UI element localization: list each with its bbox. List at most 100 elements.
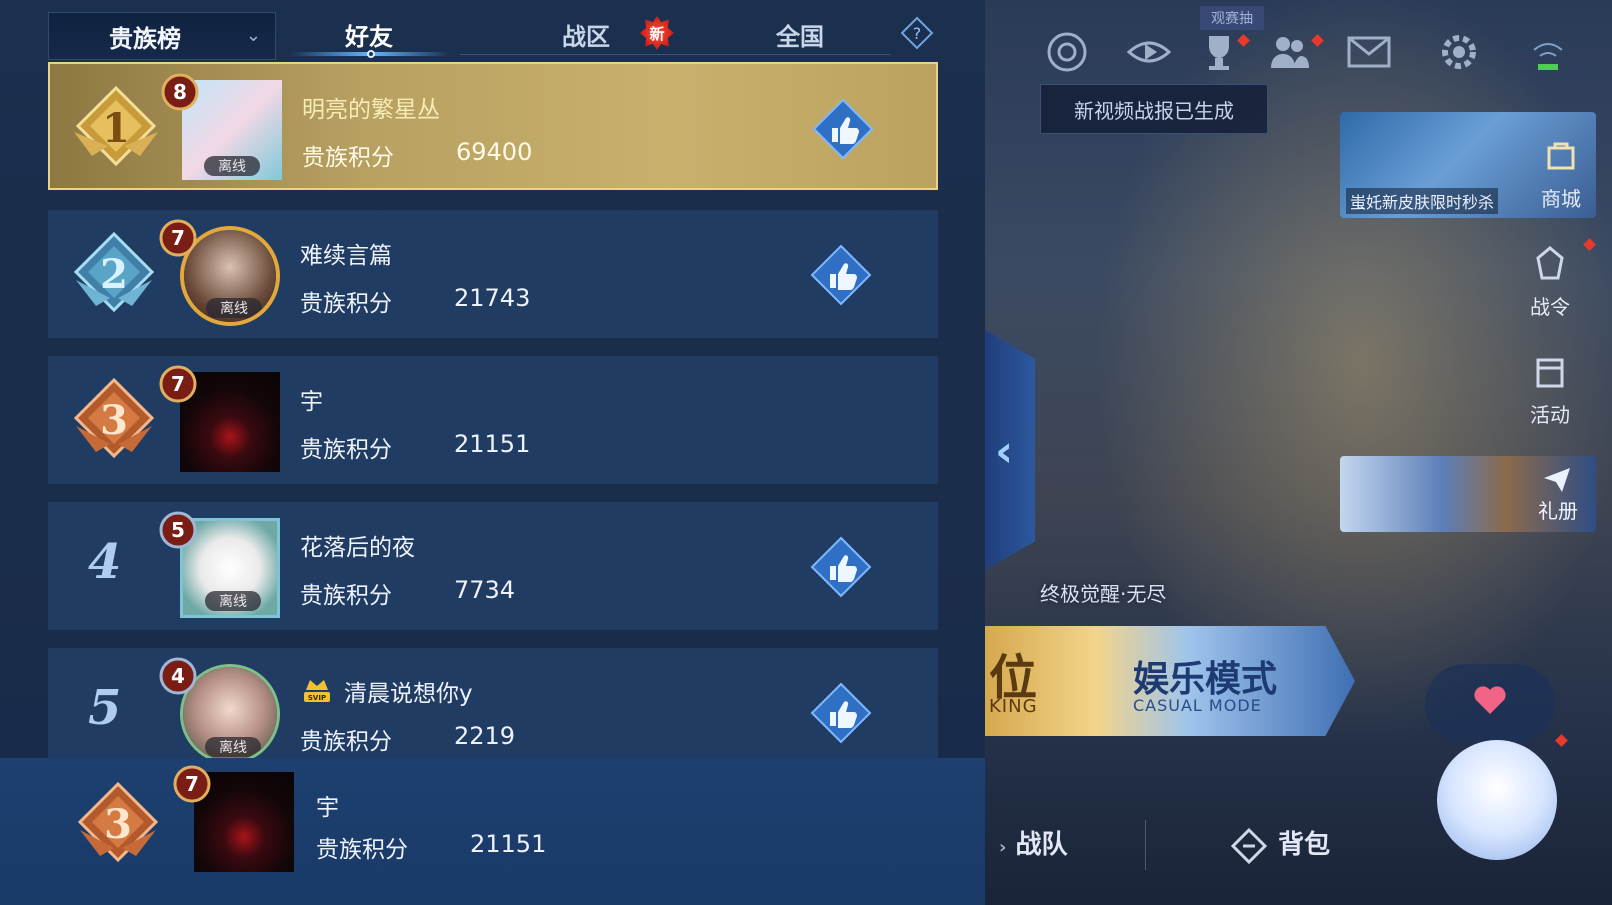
noble-level-number: 8 <box>173 80 187 104</box>
score-label: 贵族积分 <box>316 837 408 863</box>
offline-status: 离线 <box>204 156 260 176</box>
chevron-left-icon: ‹ <box>995 426 1014 477</box>
score-value: 21151 <box>470 830 547 858</box>
leaderboard-row[interactable]: 2 离线 7 难续言篇 贵族积分 21743 <box>48 210 938 338</box>
notification-dot <box>1555 734 1568 747</box>
activity-button[interactable]: 活动 <box>1515 352 1585 428</box>
leaderboard-row[interactable]: 5 离线 4 SVIP 清晨说想你y 贵族积分 2219 <box>48 648 938 764</box>
battle-pass-icon <box>1536 246 1564 280</box>
nav-bag[interactable]: 背包 <box>1229 824 1330 866</box>
svg-text:?: ? <box>913 24 922 43</box>
score-value: 69400 <box>456 138 533 166</box>
score-value: 21151 <box>454 430 531 458</box>
noble-level-badge: 8 <box>158 70 202 114</box>
battle-pass-label: 战令 <box>1530 295 1570 319</box>
rank-2-silver-badge-icon: 2 <box>73 231 155 313</box>
rank-3-bronze-badge-icon: 3 <box>73 377 155 459</box>
rank-number: 5 <box>88 680 122 736</box>
shop-icon <box>1547 142 1575 170</box>
score-label: 贵族积分 <box>300 291 392 317</box>
help-icon[interactable]: ? <box>900 16 934 50</box>
rank-number: 1 <box>102 105 130 152</box>
score-label: 贵族积分 <box>300 583 392 609</box>
noble-level-badge: 4 <box>156 654 200 698</box>
leaderboard-type-dropdown[interactable]: 贵族榜 ⌄ <box>48 12 276 60</box>
offline-status: 离线 <box>206 298 262 318</box>
game-lobby-background: 观赛抽 新视频战报已生成 商城 蚩奼新皮肤限时秒杀 战令 活动 礼册 ‹ 终极觉… <box>985 0 1612 905</box>
gift-book-label: 礼册 <box>1538 499 1578 523</box>
leaderboard-row[interactable]: 1 离线 8 明亮的繁星丛 贵族积分 69400 <box>48 62 938 190</box>
player-name: 花落后的夜 <box>300 535 415 561</box>
noble-level-number: 5 <box>171 518 185 542</box>
casual-mode-button[interactable]: 位 KING 娱乐模式 CASUAL MODE <box>985 626 1355 736</box>
match-lottery-tag[interactable]: 观赛抽 <box>1200 6 1264 30</box>
noble-level-number: 4 <box>171 664 185 688</box>
leaderboard-panel: 贵族榜 ⌄ 好友 战区 新 全国 ? 1 离线 8 明亮的繁星丛 贵族积分 69… <box>0 0 985 905</box>
casual-mode-subtitle: CASUAL MODE <box>1133 696 1262 715</box>
svip-crown-icon: SVIP <box>304 680 330 702</box>
svip-label: SVIP <box>308 694 326 702</box>
thumbs-up-icon[interactable] <box>810 536 872 598</box>
chevron-right-icon: › <box>999 837 1007 858</box>
score-value: 21743 <box>454 284 531 312</box>
noble-level-badge: 5 <box>156 508 200 552</box>
my-rank-row[interactable]: 3 7 宇 贵族积分 21151 <box>0 758 985 905</box>
gear-icon[interactable] <box>1435 28 1483 76</box>
player-name: 宇 <box>316 795 339 821</box>
dropdown-label: 贵族榜 <box>109 24 181 53</box>
new-badge: 新 <box>640 16 674 50</box>
leaderboard-row[interactable]: 4 离线 5 花落后的夜 贵族积分 7734 <box>48 502 938 630</box>
score-label: 贵族积分 <box>300 437 392 463</box>
nav-divider <box>1145 820 1146 870</box>
friends-icon[interactable] <box>1265 28 1313 76</box>
active-tab-indicator-dot <box>367 50 375 58</box>
tab-national[interactable]: 全国 <box>776 14 824 54</box>
rank-number: 2 <box>100 251 128 298</box>
thumbs-up-icon[interactable] <box>810 244 872 306</box>
rank-1-gold-badge-icon: 1 <box>74 85 158 167</box>
heart-bubble[interactable] <box>1425 664 1555 744</box>
thumbs-up-icon[interactable] <box>812 98 874 160</box>
heart-icon <box>1474 686 1506 714</box>
shop-label: 商城 <box>1541 187 1581 211</box>
gift-book-banner[interactable]: 礼册 <box>1340 456 1596 532</box>
rank-number: 3 <box>100 397 128 444</box>
noble-level-number: 7 <box>185 772 199 796</box>
score-label: 贵族积分 <box>302 145 394 171</box>
skin-promo-text: 蚩奼新皮肤限时秒杀 <box>1346 188 1499 214</box>
player-name: 难续言篇 <box>300 243 392 269</box>
offline-status: 离线 <box>205 591 261 611</box>
score-label: 贵族积分 <box>300 729 392 755</box>
score-value: 7734 <box>454 576 516 604</box>
target-icon[interactable] <box>1043 28 1091 76</box>
noble-level-badge: 7 <box>170 762 214 806</box>
rank-number: 3 <box>104 801 132 848</box>
wifi-icon <box>1533 43 1563 70</box>
video-report-notification[interactable]: 新视频战报已生成 <box>1040 84 1268 134</box>
mascot-character[interactable] <box>1437 740 1557 860</box>
score-value: 2219 <box>454 722 516 750</box>
thumbs-up-icon[interactable] <box>810 682 872 744</box>
player-name: 宇 <box>300 389 323 415</box>
trophy-icon[interactable] <box>1195 28 1243 76</box>
offline-status: 离线 <box>205 737 261 757</box>
activity-label: 活动 <box>1530 403 1570 427</box>
player-name: 清晨说想你y <box>344 681 473 707</box>
rank-3-bronze-badge-icon: 3 <box>77 781 159 863</box>
nav-team[interactable]: › 战队 <box>999 824 1068 861</box>
nav-bag-label: 背包 <box>1278 830 1331 860</box>
mail-icon[interactable] <box>1345 28 1393 76</box>
shop-banner[interactable]: 商城 蚩奼新皮肤限时秒杀 <box>1340 112 1596 218</box>
battle-pass-button[interactable]: 战令 <box>1515 244 1585 320</box>
tab-zone[interactable]: 战区 <box>562 14 610 54</box>
collapse-panel-button[interactable]: ‹ <box>985 330 1035 570</box>
rank-number: 4 <box>88 534 122 590</box>
eye-icon[interactable] <box>1125 28 1173 76</box>
casual-mode-title: 娱乐模式 <box>1133 659 1278 700</box>
activity-icon <box>1536 358 1564 388</box>
shop-button[interactable]: 商城 <box>1526 136 1596 212</box>
leaderboard-row[interactable]: 3 7 宇 贵族积分 21151 <box>48 356 938 484</box>
backpack-icon <box>1230 827 1268 864</box>
tab-bar: 贵族榜 ⌄ 好友 战区 新 全国 ? <box>0 0 985 62</box>
tab-friends[interactable]: 好友 <box>345 14 393 54</box>
